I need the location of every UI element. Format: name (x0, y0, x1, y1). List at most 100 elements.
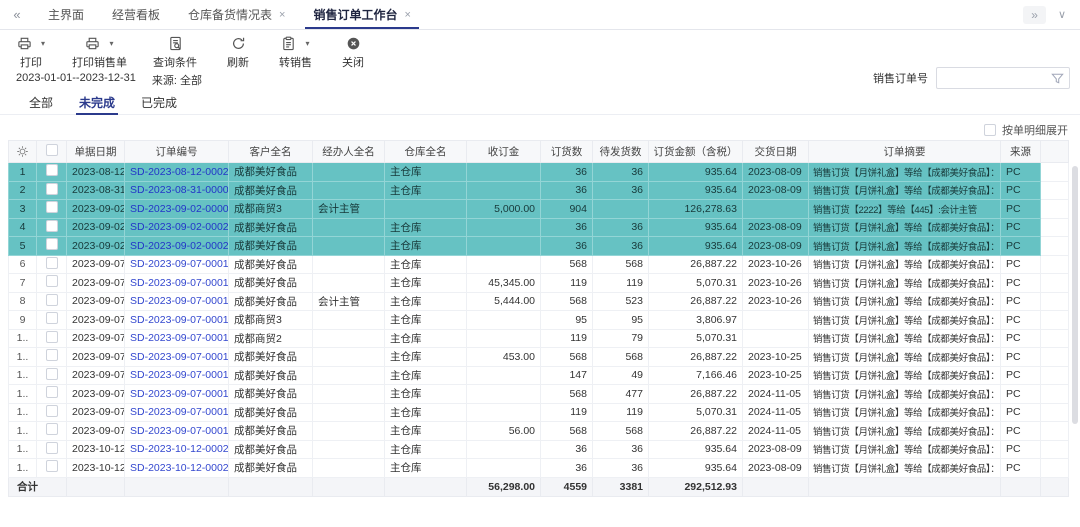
collapse-tabs-icon[interactable]: « (0, 0, 34, 29)
table-row[interactable]: 22023-08-31SD-2023-08-31-00003成都美好食品主仓库3… (9, 181, 1069, 200)
order-no-link[interactable]: SD-2023-09-07-00018 (130, 406, 229, 418)
cell-经办人全名 (313, 274, 385, 293)
col-header-单据日期[interactable]: 单据日期 (67, 141, 125, 163)
table-row[interactable]: 1..2023-09-07SD-2023-09-07-00018成都美好食品主仓… (9, 403, 1069, 422)
toolbar-button-label: 打印 (20, 54, 42, 70)
expand-by-detail-option[interactable]: 按单明细展开 (984, 122, 1068, 138)
cell-交货日期: 2024-11-05 (743, 385, 809, 404)
table-row[interactable]: 1..2023-09-07SD-2023-09-07-00017成都美好食品主仓… (9, 385, 1069, 404)
row-checkbox[interactable] (46, 183, 58, 195)
order-no-link[interactable]: SD-2023-09-02-00004 (130, 203, 229, 215)
close-button[interactable]: 关闭 (338, 36, 368, 68)
order-no-link[interactable]: SD-2023-09-07-00013 (130, 314, 229, 326)
table-row[interactable]: 1..2023-09-07SD-2023-09-07-00014成都商贸2主仓库… (9, 329, 1069, 348)
row-checkbox[interactable] (46, 442, 58, 454)
table-row[interactable]: 1..2023-10-12SD-2023-10-12-00020成都美好食品主仓… (9, 440, 1069, 459)
col-header-收订金[interactable]: 收订金 (467, 141, 541, 163)
cell-收订金: 5,000.00 (467, 200, 541, 219)
col-header-仓库全名[interactable]: 仓库全名 (385, 141, 467, 163)
cell-来源: PC (1001, 311, 1041, 330)
tab-销售订单工作台[interactable]: 销售订单工作台× (299, 0, 424, 29)
status-tab-全部[interactable]: 全部 (16, 90, 66, 114)
table-row[interactable]: 82023-09-07SD-2023-09-07-00012成都美好食品会计主管… (9, 292, 1069, 311)
tab-overflow-icon[interactable]: » (1023, 6, 1046, 24)
row-checkbox[interactable] (46, 368, 58, 380)
row-checkbox[interactable] (46, 201, 58, 213)
col-header-待发货数[interactable]: 待发货数 (593, 141, 649, 163)
status-tab-未完成[interactable]: 未完成 (66, 90, 128, 114)
vertical-scrollbar-thumb[interactable] (1072, 166, 1078, 424)
order-no-link[interactable]: SD-2023-10-12-00021 (130, 462, 229, 474)
table-row[interactable]: 62023-09-07SD-2023-09-07-00010成都美好食品主仓库5… (9, 255, 1069, 274)
table-row[interactable]: 42023-09-02SD-2023-09-02-00023成都美好食品主仓库3… (9, 218, 1069, 237)
table-row[interactable]: 1..2023-09-07SD-2023-09-07-00019成都美好食品主仓… (9, 422, 1069, 441)
col-header-订货金额（含税）[interactable]: 订货金额（含税） (649, 141, 743, 163)
print-sales-order-button[interactable]: ▾打印销售单 (72, 36, 127, 68)
cell-订货数: 36 (541, 181, 593, 200)
table-row[interactable]: 92023-09-07SD-2023-09-07-00013成都商贸3主仓库95… (9, 311, 1069, 330)
table-row[interactable]: 1..2023-09-07SD-2023-09-07-00015成都美好食品主仓… (9, 348, 1069, 367)
expand-by-detail-checkbox[interactable] (984, 124, 996, 136)
order-no-link[interactable]: SD-2023-09-07-00019 (130, 425, 229, 437)
row-checkbox[interactable] (46, 460, 58, 472)
tab-menu-icon[interactable]: ∨ (1058, 8, 1066, 21)
col-header-客户全名[interactable]: 客户全名 (229, 141, 313, 163)
cell-待发货数: 119 (593, 403, 649, 422)
col-header-订货数[interactable]: 订货数 (541, 141, 593, 163)
row-checkbox[interactable] (46, 349, 58, 361)
row-checkbox[interactable] (46, 312, 58, 324)
order-no-link[interactable]: SD-2023-09-07-00015 (130, 351, 229, 363)
order-no-link[interactable]: SD-2023-08-31-00003 (130, 184, 229, 196)
row-checkbox[interactable] (46, 238, 58, 250)
totals-filler (1041, 477, 1069, 496)
query-conditions-button[interactable]: 查询条件 (153, 36, 197, 68)
chevron-down-icon: ▾ (109, 40, 113, 48)
cell-订货金额（含税）: 5,070.31 (649, 403, 743, 422)
close-tab-icon[interactable]: × (279, 9, 285, 21)
close-tab-icon[interactable]: × (405, 9, 411, 21)
col-header-交货日期[interactable]: 交货日期 (743, 141, 809, 163)
order-no-link[interactable]: SD-2023-09-07-00012 (130, 295, 229, 307)
table-row[interactable]: 12023-08-12SD-2023-08-12-00022成都美好食品主仓库3… (9, 163, 1069, 182)
col-header-来源[interactable]: 来源 (1001, 141, 1041, 163)
row-checkbox[interactable] (46, 386, 58, 398)
table-row[interactable]: 52023-09-02SD-2023-09-02-00024成都美好食品主仓库3… (9, 237, 1069, 256)
order-no-link[interactable]: SD-2023-09-02-00024 (130, 240, 229, 252)
order-no-link[interactable]: SD-2023-09-07-00014 (130, 332, 229, 344)
filter-funnel-icon[interactable] (1050, 71, 1065, 86)
order-no-link[interactable]: SD-2023-09-07-00016 (130, 369, 229, 381)
row-checkbox[interactable] (46, 220, 58, 232)
row-checkbox[interactable] (46, 275, 58, 287)
table-row[interactable]: 1..2023-10-12SD-2023-10-12-00021成都美好食品主仓… (9, 459, 1069, 478)
status-tab-已完成[interactable]: 已完成 (128, 90, 190, 114)
row-checkbox[interactable] (46, 294, 58, 306)
table-row[interactable]: 32023-09-02SD-2023-09-02-00004成都商贸3会计主管5… (9, 200, 1069, 219)
row-checkbox[interactable] (46, 331, 58, 343)
tab-经营看板[interactable]: 经营看板 (98, 0, 174, 29)
column-settings-cell[interactable] (9, 141, 37, 163)
row-checkbox[interactable] (46, 164, 58, 176)
order-no-link[interactable]: SD-2023-08-12-00022 (130, 166, 229, 178)
order-no-link[interactable]: SD-2023-10-12-00020 (130, 443, 229, 455)
col-header-订单摘要[interactable]: 订单摘要 (809, 141, 1001, 163)
order-no-link[interactable]: SD-2023-09-02-00023 (130, 221, 229, 233)
tab-主界面[interactable]: 主界面 (34, 0, 98, 29)
row-checkbox[interactable] (46, 405, 58, 417)
tab-仓库备货情况表[interactable]: 仓库备货情况表× (174, 0, 299, 29)
cell-交货日期 (743, 200, 809, 219)
col-header-经办人全名[interactable]: 经办人全名 (313, 141, 385, 163)
select-all-checkbox[interactable] (46, 144, 58, 156)
refresh-button[interactable]: 刷新 (223, 36, 253, 68)
cell-经办人全名 (313, 348, 385, 367)
table-row[interactable]: 72023-09-07SD-2023-09-07-00011成都美好食品主仓库4… (9, 274, 1069, 293)
print-button[interactable]: ▾打印 (16, 36, 46, 68)
order-no-link[interactable]: SD-2023-09-07-00010 (130, 258, 229, 270)
to-sales-button[interactable]: ▾转销售 (279, 36, 312, 68)
table-row[interactable]: 1..2023-09-07SD-2023-09-07-00016成都美好食品主仓… (9, 366, 1069, 385)
select-all-cell[interactable] (37, 141, 67, 163)
row-checkbox[interactable] (46, 257, 58, 269)
col-header-订单编号[interactable]: 订单编号 (125, 141, 229, 163)
order-no-link[interactable]: SD-2023-09-07-00011 (130, 277, 229, 289)
row-checkbox[interactable] (46, 423, 58, 435)
order-no-link[interactable]: SD-2023-09-07-00017 (130, 388, 229, 400)
